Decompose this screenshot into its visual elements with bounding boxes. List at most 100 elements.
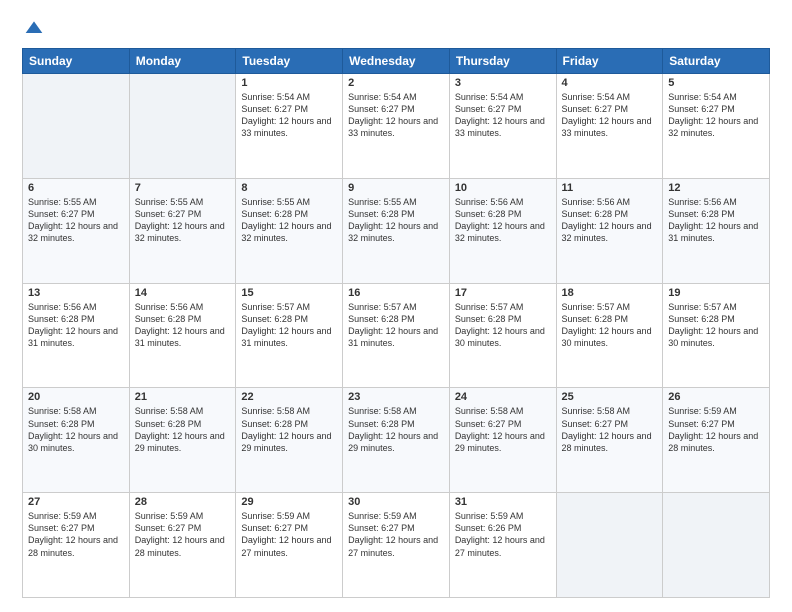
- calendar-cell: 13 Sunrise: 5:56 AM Sunset: 6:28 PM Dayli…: [23, 283, 130, 388]
- day-number: 29: [241, 496, 337, 508]
- calendar-week-row: 13 Sunrise: 5:56 AM Sunset: 6:28 PM Dayli…: [23, 283, 770, 388]
- calendar-header-wednesday: Wednesday: [343, 49, 450, 74]
- calendar-week-row: 20Sunrise: 5:58 AM Sunset: 6:28 PM Dayli…: [23, 388, 770, 493]
- header: [22, 18, 770, 38]
- day-number: 14: [135, 287, 231, 299]
- calendar-cell: 14 Sunrise: 5:56 AM Sunset: 6:28 PM Dayli…: [129, 283, 236, 388]
- day-info: Sunrise: 5:55 AM Sunset: 6:27 PM Dayligh…: [28, 196, 124, 245]
- day-info: Sunrise: 5:58 AM Sunset: 6:28 PM Dayligh…: [135, 405, 231, 454]
- day-info: Sunrise: 5:57 AM Sunset: 6:28 PM Dayligh…: [455, 301, 551, 350]
- calendar-cell: 27 Sunrise: 5:59 AM Sunset: 6:27 PM Dayli…: [23, 493, 130, 598]
- day-info: Sunrise: 5:56 AM Sunset: 6:28 PM Dayligh…: [562, 196, 658, 245]
- day-info: Sunrise: 5:55 AM Sunset: 6:28 PM Dayligh…: [241, 196, 337, 245]
- day-info: Sunrise: 5:56 AM Sunset: 6:28 PM Dayligh…: [28, 301, 124, 350]
- day-number: 21: [135, 391, 231, 403]
- calendar-header-monday: Monday: [129, 49, 236, 74]
- day-info: Sunrise: 5:59 AM Sunset: 6:26 PM Dayligh…: [455, 510, 551, 559]
- calendar-cell: 18Sunrise: 5:57 AM Sunset: 6:28 PM Dayli…: [556, 283, 663, 388]
- day-number: 2: [348, 77, 444, 89]
- day-number: 11: [562, 182, 658, 194]
- calendar-week-row: 1Sunrise: 5:54 AM Sunset: 6:27 PM Daylig…: [23, 74, 770, 179]
- day-number: 28: [135, 496, 231, 508]
- day-info: Sunrise: 5:54 AM Sunset: 6:27 PM Dayligh…: [668, 91, 764, 140]
- calendar-cell: [663, 493, 770, 598]
- day-number: 19: [668, 287, 764, 299]
- calendar-cell: 31 Sunrise: 5:59 AM Sunset: 6:26 PM Dayli…: [449, 493, 556, 598]
- day-number: 12: [668, 182, 764, 194]
- calendar-cell: 12 Sunrise: 5:56 AM Sunset: 6:28 PM Dayli…: [663, 178, 770, 283]
- day-number: 24: [455, 391, 551, 403]
- calendar-header-tuesday: Tuesday: [236, 49, 343, 74]
- calendar-header-thursday: Thursday: [449, 49, 556, 74]
- day-info: Sunrise: 5:56 AM Sunset: 6:28 PM Dayligh…: [668, 196, 764, 245]
- day-info: Sunrise: 5:58 AM Sunset: 6:28 PM Dayligh…: [28, 405, 124, 454]
- calendar-cell: 26Sunrise: 5:59 AM Sunset: 6:27 PM Dayli…: [663, 388, 770, 493]
- calendar-cell: 29 Sunrise: 5:59 AM Sunset: 6:27 PM Dayli…: [236, 493, 343, 598]
- calendar-cell: 5 Sunrise: 5:54 AM Sunset: 6:27 PM Daylig…: [663, 74, 770, 179]
- day-info: Sunrise: 5:59 AM Sunset: 6:27 PM Dayligh…: [241, 510, 337, 559]
- day-info: Sunrise: 5:57 AM Sunset: 6:28 PM Dayligh…: [241, 301, 337, 350]
- day-info: Sunrise: 5:57 AM Sunset: 6:28 PM Dayligh…: [348, 301, 444, 350]
- calendar-header-sunday: Sunday: [23, 49, 130, 74]
- day-number: 13: [28, 287, 124, 299]
- day-number: 9: [348, 182, 444, 194]
- calendar-header-friday: Friday: [556, 49, 663, 74]
- day-info: Sunrise: 5:58 AM Sunset: 6:28 PM Dayligh…: [348, 405, 444, 454]
- calendar-cell: 2 Sunrise: 5:54 AM Sunset: 6:27 PM Daylig…: [343, 74, 450, 179]
- day-info: Sunrise: 5:58 AM Sunset: 6:28 PM Dayligh…: [241, 405, 337, 454]
- calendar-cell: 23 Sunrise: 5:58 AM Sunset: 6:28 PM Dayli…: [343, 388, 450, 493]
- calendar-cell: 9 Sunrise: 5:55 AM Sunset: 6:28 PM Daylig…: [343, 178, 450, 283]
- calendar-cell: 19 Sunrise: 5:57 AM Sunset: 6:28 PM Dayli…: [663, 283, 770, 388]
- day-number: 31: [455, 496, 551, 508]
- day-info: Sunrise: 5:54 AM Sunset: 6:27 PM Dayligh…: [348, 91, 444, 140]
- calendar-cell: 28Sunrise: 5:59 AM Sunset: 6:27 PM Dayli…: [129, 493, 236, 598]
- day-info: Sunrise: 5:57 AM Sunset: 6:28 PM Dayligh…: [562, 301, 658, 350]
- day-info: Sunrise: 5:59 AM Sunset: 6:27 PM Dayligh…: [28, 510, 124, 559]
- day-info: Sunrise: 5:56 AM Sunset: 6:28 PM Dayligh…: [135, 301, 231, 350]
- calendar-cell: [129, 74, 236, 179]
- day-number: 23: [348, 391, 444, 403]
- day-info: Sunrise: 5:57 AM Sunset: 6:28 PM Dayligh…: [668, 301, 764, 350]
- calendar-cell: 1Sunrise: 5:54 AM Sunset: 6:27 PM Daylig…: [236, 74, 343, 179]
- calendar-week-row: 27 Sunrise: 5:59 AM Sunset: 6:27 PM Dayli…: [23, 493, 770, 598]
- calendar-cell: 8 Sunrise: 5:55 AM Sunset: 6:28 PM Daylig…: [236, 178, 343, 283]
- day-number: 8: [241, 182, 337, 194]
- day-number: 27: [28, 496, 124, 508]
- day-number: 15: [241, 287, 337, 299]
- calendar-cell: 30 Sunrise: 5:59 AM Sunset: 6:27 PM Dayli…: [343, 493, 450, 598]
- day-number: 25: [562, 391, 658, 403]
- day-number: 10: [455, 182, 551, 194]
- day-number: 7: [135, 182, 231, 194]
- day-info: Sunrise: 5:54 AM Sunset: 6:27 PM Dayligh…: [241, 91, 337, 140]
- calendar-week-row: 6 Sunrise: 5:55 AM Sunset: 6:27 PM Daylig…: [23, 178, 770, 283]
- calendar-cell: 7 Sunrise: 5:55 AM Sunset: 6:27 PM Daylig…: [129, 178, 236, 283]
- calendar-cell: [23, 74, 130, 179]
- day-number: 26: [668, 391, 764, 403]
- calendar-cell: 4 Sunrise: 5:54 AM Sunset: 6:27 PM Daylig…: [556, 74, 663, 179]
- calendar-cell: 21 Sunrise: 5:58 AM Sunset: 6:28 PM Dayli…: [129, 388, 236, 493]
- day-info: Sunrise: 5:55 AM Sunset: 6:28 PM Dayligh…: [348, 196, 444, 245]
- day-number: 16: [348, 287, 444, 299]
- logo-icon: [24, 18, 44, 38]
- day-number: 22: [241, 391, 337, 403]
- logo: [22, 18, 44, 38]
- calendar-cell: 16 Sunrise: 5:57 AM Sunset: 6:28 PM Dayli…: [343, 283, 450, 388]
- day-number: 17: [455, 287, 551, 299]
- calendar-cell: 22 Sunrise: 5:58 AM Sunset: 6:28 PM Dayli…: [236, 388, 343, 493]
- day-number: 6: [28, 182, 124, 194]
- day-info: Sunrise: 5:54 AM Sunset: 6:27 PM Dayligh…: [562, 91, 658, 140]
- calendar-cell: 10Sunrise: 5:56 AM Sunset: 6:28 PM Dayli…: [449, 178, 556, 283]
- day-number: 30: [348, 496, 444, 508]
- day-number: 4: [562, 77, 658, 89]
- calendar-cell: 3Sunrise: 5:54 AM Sunset: 6:27 PM Daylig…: [449, 74, 556, 179]
- calendar-cell: 25Sunrise: 5:58 AM Sunset: 6:27 PM Dayli…: [556, 388, 663, 493]
- day-info: Sunrise: 5:58 AM Sunset: 6:27 PM Dayligh…: [455, 405, 551, 454]
- day-number: 5: [668, 77, 764, 89]
- calendar-header-row: SundayMondayTuesdayWednesdayThursdayFrid…: [23, 49, 770, 74]
- calendar-cell: 11 Sunrise: 5:56 AM Sunset: 6:28 PM Dayli…: [556, 178, 663, 283]
- calendar-cell: 17 Sunrise: 5:57 AM Sunset: 6:28 PM Dayli…: [449, 283, 556, 388]
- calendar-cell: [556, 493, 663, 598]
- day-info: Sunrise: 5:55 AM Sunset: 6:27 PM Dayligh…: [135, 196, 231, 245]
- day-info: Sunrise: 5:59 AM Sunset: 6:27 PM Dayligh…: [348, 510, 444, 559]
- calendar-cell: 20Sunrise: 5:58 AM Sunset: 6:28 PM Dayli…: [23, 388, 130, 493]
